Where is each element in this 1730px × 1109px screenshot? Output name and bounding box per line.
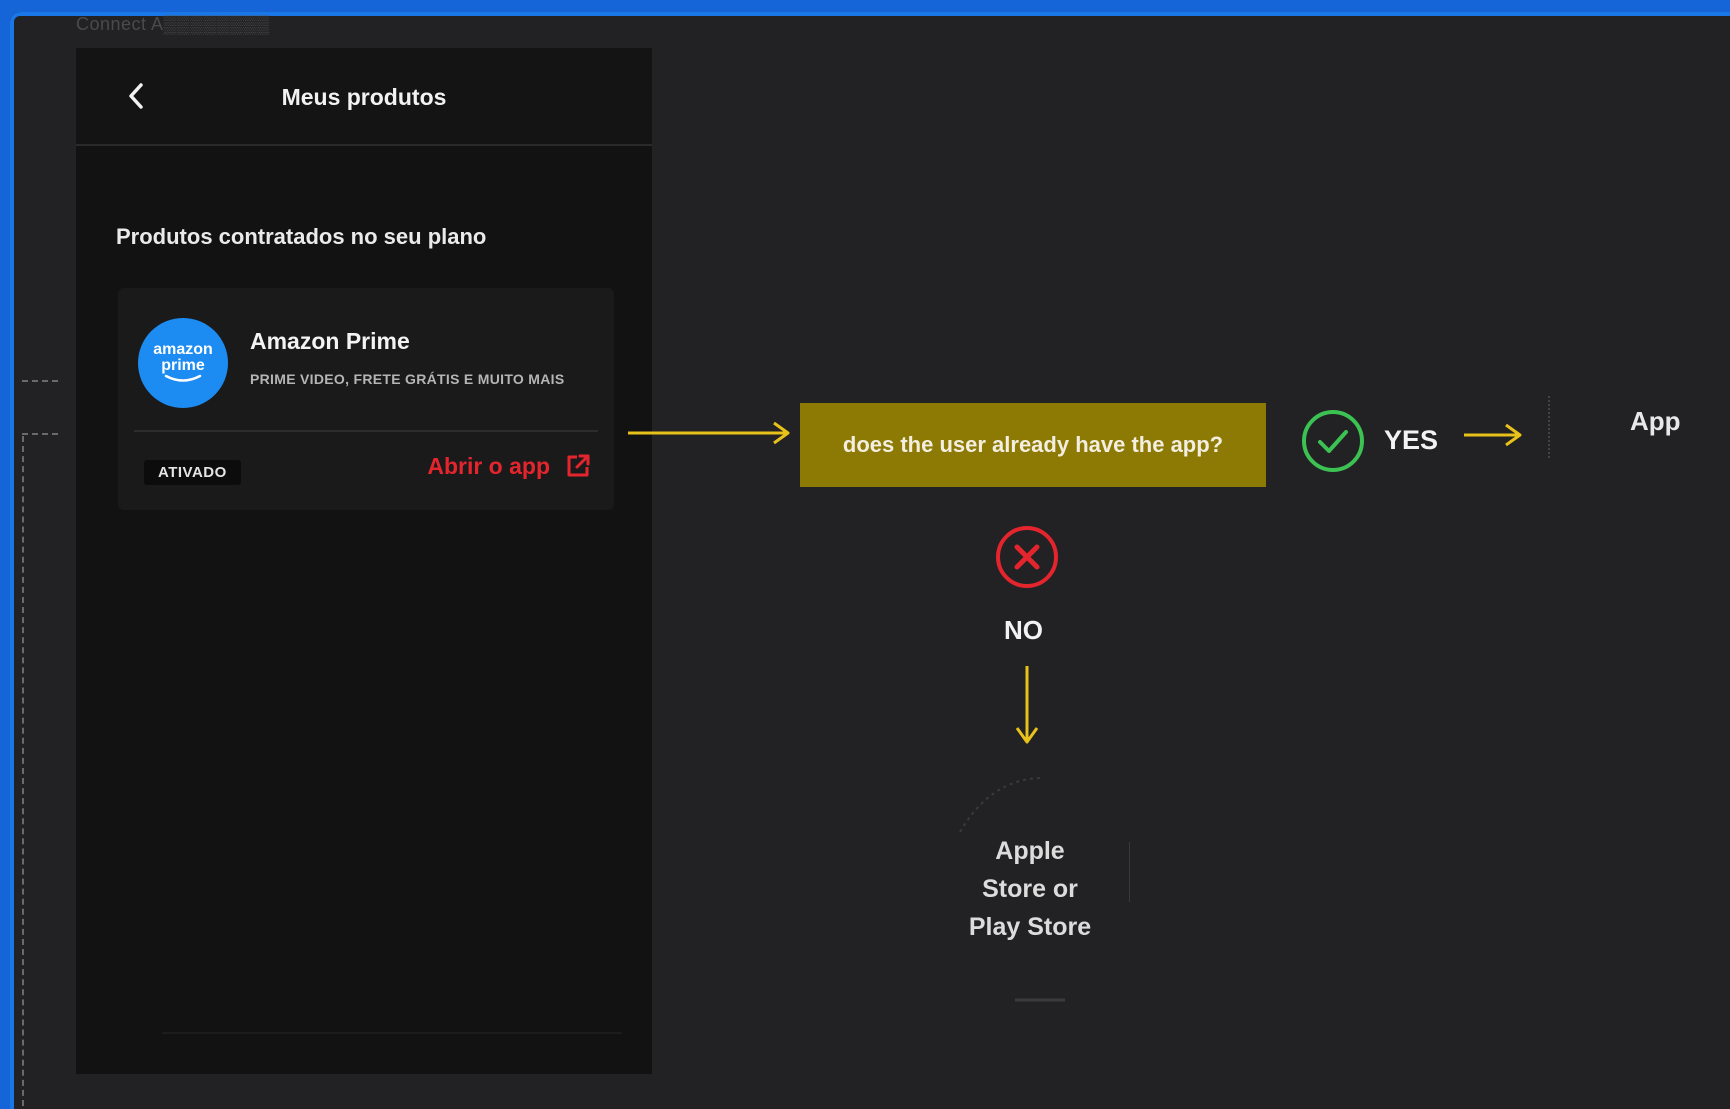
breadcrumb: Connect A▒▒▒▒▒▒▒▒ (76, 14, 270, 34)
phone-header: Meus produtos (76, 48, 652, 146)
product-description: PRIME VIDEO, FRETE GRÁTIS E MUITO MAIS (250, 371, 565, 387)
status-badge: ATIVADO (144, 460, 241, 485)
no-target-line1: Apple (995, 837, 1065, 865)
guide-line (22, 380, 58, 382)
decision-node: does the user already have the app? (800, 403, 1266, 487)
yes-label: YES (1384, 425, 1439, 455)
no-target-line2: Store or (982, 875, 1078, 903)
logo-text-line1: amazon (153, 341, 213, 358)
yes-target: App (1630, 406, 1681, 436)
logo-text-line2: prime (161, 357, 205, 374)
no-target-line3: Play Store (968, 913, 1092, 941)
smile-icon (164, 374, 202, 382)
open-app-label: Abrir o app (427, 452, 550, 479)
divider (162, 1032, 622, 1034)
x-circle-icon (996, 526, 1058, 588)
arrow-down-icon (1015, 666, 1039, 744)
product-name: Amazon Prime (250, 328, 410, 354)
canvas-frame: Connect A▒▒▒▒▒▒▒▒ Meus produtos Produtos… (10, 12, 1730, 1109)
decision-question: does the user already have the app? (842, 432, 1224, 457)
arrow-right-icon (1464, 423, 1522, 447)
no-label: NO (1004, 615, 1043, 645)
section-title: Produtos contratados no seu plano (116, 224, 487, 249)
external-link-icon (567, 454, 590, 477)
check-circle-icon (1302, 410, 1364, 472)
arrow-right-icon (628, 421, 790, 445)
amazon-prime-logo: amazon prime (138, 318, 228, 408)
app-node-edge (1548, 396, 1550, 458)
no-target: Apple Store or Play Store (950, 832, 1110, 946)
guide-line (22, 433, 58, 435)
divider (134, 430, 598, 432)
guide-line (22, 436, 24, 1109)
page-title: Meus produtos (281, 84, 447, 110)
open-app-link[interactable]: Abrir o app (427, 452, 592, 480)
phone-screen: Meus produtos Produtos contratados no se… (76, 48, 652, 1074)
product-card: amazon prime Amazon Prime PRIME VIDEO, F… (118, 288, 614, 510)
